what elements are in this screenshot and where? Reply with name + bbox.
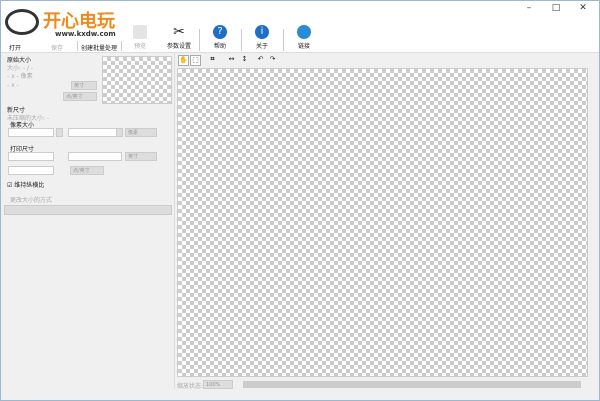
- logo: 开心电玩 www.kxdw.com: [5, 5, 123, 41]
- rotate-left-icon[interactable]: ↶: [255, 55, 266, 66]
- close-button[interactable]: ✕: [573, 3, 593, 17]
- tools-icon: ✂: [173, 24, 185, 40]
- separator: [77, 41, 78, 51]
- save-button[interactable]: 保存: [51, 43, 63, 52]
- image-canvas[interactable]: [177, 68, 588, 377]
- fit-width-icon[interactable]: ↔: [226, 55, 237, 66]
- select-tool-icon[interactable]: ⬚: [190, 55, 201, 66]
- resize-method-select[interactable]: [4, 205, 172, 215]
- separator: [121, 41, 122, 51]
- zoom-label: 缩放状态:: [177, 383, 204, 390]
- preview-icon: [133, 25, 147, 39]
- unit-toggle[interactable]: [56, 128, 63, 137]
- globe-icon: [297, 25, 311, 39]
- minimize-button[interactable]: –: [519, 3, 539, 17]
- preview-button[interactable]: 预览: [133, 25, 147, 50]
- left-panel: 原始大小 大小: - / - - x - 像素 - x - 英寸 点/英寸 新尺…: [1, 53, 175, 389]
- separator: [283, 29, 284, 51]
- pan-tool-icon[interactable]: ✋: [178, 55, 189, 66]
- pixel-height-input[interactable]: [68, 128, 122, 137]
- help-button[interactable]: ? 帮助: [213, 25, 227, 50]
- maximize-button[interactable]: □: [546, 3, 566, 17]
- fit-height-icon[interactable]: ↕: [239, 55, 250, 66]
- pixel-unit-select[interactable]: 像素: [125, 128, 157, 137]
- rotate-right-icon[interactable]: ↷: [267, 55, 278, 66]
- print-dpi-select[interactable]: 点/英寸: [70, 166, 104, 175]
- separator: [199, 29, 200, 51]
- link-button[interactable]: 链接: [297, 25, 311, 50]
- horizontal-scrollbar[interactable]: [243, 381, 581, 388]
- dpi-input[interactable]: [8, 166, 54, 175]
- print-unit-select[interactable]: 英寸: [125, 152, 157, 161]
- print-width-input[interactable]: [8, 152, 54, 161]
- dims-readout: - x -: [7, 82, 19, 89]
- logo-url: www.kxdw.com: [55, 30, 116, 38]
- thumbnail-preview: [102, 56, 172, 104]
- vertical-scrollbar[interactable]: [589, 68, 598, 377]
- resize-method-title: 更改大小的方式: [10, 197, 53, 204]
- keep-ratio-checkbox[interactable]: ☑ 维持纵横比: [7, 180, 44, 189]
- settings-button[interactable]: ✂ 参数设置: [167, 25, 191, 50]
- unit-select[interactable]: 英寸: [71, 81, 97, 90]
- dpi-select[interactable]: 点/英寸: [63, 92, 97, 101]
- print-height-input[interactable]: [68, 152, 122, 161]
- unit-toggle[interactable]: [116, 128, 123, 137]
- pixel-readout: - x - 像素: [7, 73, 33, 80]
- mascot-icon: [5, 9, 39, 35]
- batch-button[interactable]: 创建批量处理: [81, 43, 117, 52]
- help-icon: ?: [213, 25, 227, 39]
- open-button[interactable]: 打开: [9, 43, 21, 52]
- about-button[interactable]: i 关于: [255, 25, 269, 50]
- pixel-width-input[interactable]: [8, 128, 54, 137]
- info-icon: i: [255, 25, 269, 39]
- separator: [241, 29, 242, 51]
- crop-icon[interactable]: ⌗: [207, 55, 218, 66]
- zoom-select[interactable]: 100%: [203, 380, 233, 389]
